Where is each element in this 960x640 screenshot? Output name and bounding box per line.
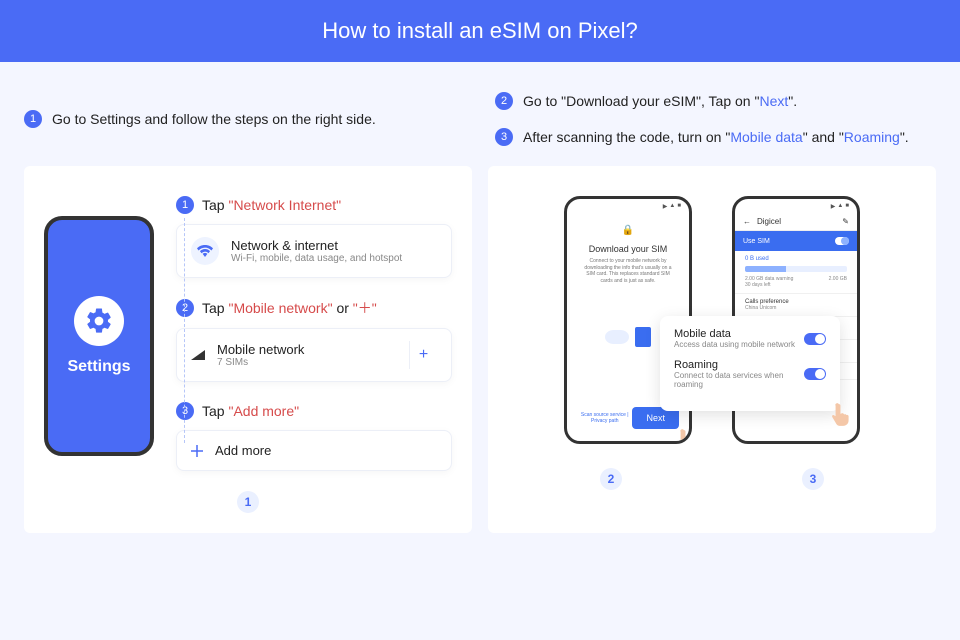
network-internet-card[interactable]: Network & internet Wi-Fi, mobile, data u… (176, 224, 452, 278)
status-bar: ▶▲■ (567, 199, 689, 213)
panel-2-badge: 2 (600, 468, 622, 490)
data-days-left: 30 days left (745, 282, 847, 288)
phone-topbar: ← Digicel ✎ (735, 213, 857, 231)
status-bar: ▶▲■ (735, 199, 857, 213)
download-sim-desc: Connect to your mobile network by downlo… (577, 258, 679, 284)
substep-3-badge: 3 (176, 402, 194, 420)
lock-icon: 🔒 (622, 225, 634, 236)
gear-icon (84, 306, 114, 336)
overlay-roaming-title: Roaming (674, 359, 804, 371)
panel-left: Settings 1 Tap "Network Internet" Networ… (24, 166, 472, 533)
add-sim-plus-button[interactable]: + (409, 341, 437, 369)
hand-pointer-icon (673, 427, 692, 444)
data-usage-bar (745, 266, 847, 272)
dotted-connector (184, 218, 185, 443)
highlight-next: Next (759, 93, 788, 109)
mobile-network-card[interactable]: Mobile network 7 SIMs + (176, 328, 452, 382)
settings-phone-mockup: Settings (44, 216, 154, 456)
panel-right: ▶▲■ 🔒 Download your SIM Connect to your … (488, 166, 936, 533)
roaming-toggle[interactable] (804, 368, 826, 380)
substep-1-badge: 1 (176, 196, 194, 214)
download-graphic (598, 312, 658, 362)
panel-3-badge: 3 (802, 468, 824, 490)
instruction-left: 1 Go to Settings and follow the steps on… (24, 92, 465, 146)
overlay-roaming-sub: Connect to data services when roaming (674, 371, 804, 389)
instruction-1-text: Go to Settings and follow the steps on t… (52, 111, 376, 127)
data-used: 0 B used (745, 256, 847, 262)
step-3-block: 3 Tap "Add more" Add more (176, 402, 452, 471)
plus-icon (191, 445, 203, 457)
steps-column: 1 Tap "Network Internet" Network & inter… (176, 196, 452, 471)
signal-icon (191, 350, 205, 360)
use-sim-toggle[interactable] (835, 237, 849, 245)
use-sim-row[interactable]: Use SIM (735, 231, 857, 251)
calls-preference-row[interactable]: Calls preference China Unicom (735, 294, 857, 317)
substep-2-badge: 2 (176, 299, 194, 317)
mobile-data-toggle[interactable] (804, 333, 826, 345)
page-header: How to install an eSIM on Pixel? (0, 0, 960, 62)
substep-1-highlight: "Network Internet" (228, 197, 341, 213)
substep-2-highlight: "Mobile network" (228, 300, 332, 316)
card-title: Add more (215, 443, 271, 458)
sim-icon (635, 327, 651, 347)
edit-icon[interactable]: ✎ (842, 217, 849, 226)
page-title: How to install an eSIM on Pixel? (322, 18, 638, 43)
content-row: Settings 1 Tap "Network Internet" Networ… (0, 166, 960, 553)
data-cap: 2.00 GB (829, 276, 847, 282)
highlight-roaming: Roaming (844, 129, 900, 145)
highlight-mobile-data: Mobile data (730, 129, 802, 145)
wifi-icon (191, 237, 219, 265)
overlay-mobile-data-sub: Access data using mobile network (674, 340, 795, 349)
card-subtitle: Wi-Fi, mobile, data usage, and hotspot (231, 253, 402, 264)
step-number-1: 1 (24, 110, 42, 128)
hand-pointer-icon (828, 401, 854, 429)
cloud-icon (605, 330, 629, 344)
card-title: Mobile network (217, 342, 304, 357)
step-number-3: 3 (495, 128, 513, 146)
gear-icon-circle (74, 296, 124, 346)
instruction-2-text: Go to "Download your eSIM", Tap on "Next… (523, 93, 797, 109)
card-title: Network & internet (231, 238, 402, 253)
step-2-block: 2 Tap "Mobile network" or "＋" Mobile net… (176, 298, 452, 382)
add-more-card[interactable]: Add more (176, 430, 452, 471)
step-number-2: 2 (495, 92, 513, 110)
carrier-name: Digicel (757, 217, 781, 226)
instruction-3-text: After scanning the code, turn on "Mobile… (523, 129, 909, 145)
step-1-block: 1 Tap "Network Internet" Network & inter… (176, 196, 452, 278)
panel-1-badge: 1 (237, 491, 259, 513)
substep-2-highlight-plus: "＋" (353, 300, 377, 316)
back-arrow-icon[interactable]: ← (743, 217, 751, 226)
substep-3-highlight: "Add more" (228, 403, 299, 419)
settings-label: Settings (67, 358, 130, 376)
instruction-right: 2 Go to "Download your eSIM", Tap on "Ne… (495, 92, 936, 146)
overlay-mobile-data-title: Mobile data (674, 328, 795, 340)
card-subtitle: 7 SIMs (217, 357, 304, 368)
download-sim-title: Download your SIM (589, 244, 668, 254)
mobile-data-roaming-overlay: Mobile data Access data using mobile net… (660, 316, 840, 411)
footer-links[interactable]: Scan source service | Privacy path (577, 412, 632, 424)
instructions-section: 1 Go to Settings and follow the steps on… (0, 62, 960, 166)
